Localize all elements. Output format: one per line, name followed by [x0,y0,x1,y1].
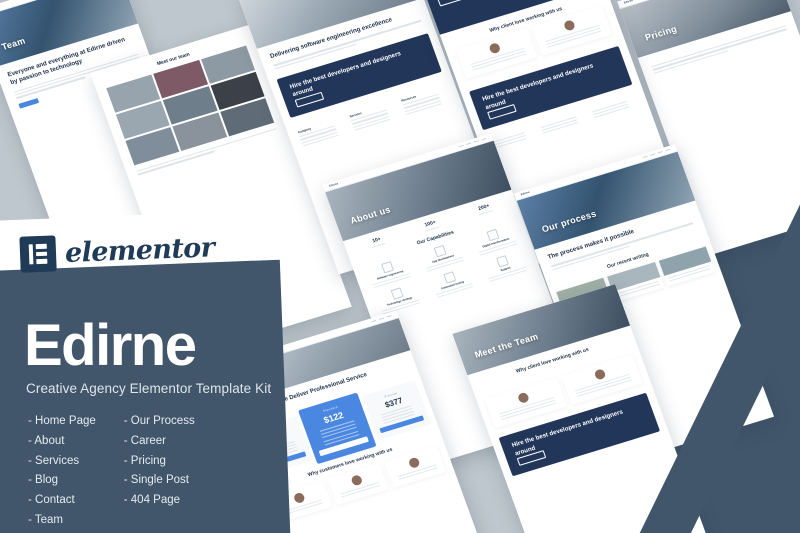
capability-icon [380,261,394,274]
stat-item: 10+ [369,235,386,249]
mockup-brand: Edirne [623,0,634,5]
hero-copy: Edirne Creative Agency Elementor Templat… [24,313,272,531]
mockup-hero-caption: Meet the Team [473,331,540,360]
blog-card [658,246,716,287]
mockup-hero-caption: Pricing [643,23,679,43]
mockup-team-photo-grid [106,45,275,166]
capability-icon [433,245,447,258]
elementor-logo-icon [19,235,57,273]
avatar [350,473,364,487]
mockup-brand: Edirne [520,190,531,197]
mockup-brand: Edirne [328,182,339,188]
mockup-cta-button[interactable] [18,97,40,109]
page-list-column-1: - Home Page - About - Services - Blog - … [28,412,96,531]
capability-icon [443,271,457,284]
capability-icon [390,287,404,300]
list-item: - Career [123,434,166,447]
footer-column [540,114,588,136]
avatar [563,19,577,32]
pricing-card: Premium $377 [361,379,432,441]
mockup-cta-button[interactable] [437,0,468,7]
page-title: Edirne [24,313,197,378]
footer-column: Services [349,101,400,132]
list-item: - Single Post [123,474,189,487]
list-item: - Contact [28,494,75,507]
testimonial-card [384,445,447,489]
list-item: - Blog [28,474,59,487]
logo-horizontal-bars [35,243,48,265]
avatar [593,368,607,381]
capability-icon [496,255,510,268]
mockup-hero-caption: Our process [540,208,598,235]
list-item: - 404 Page [123,494,181,507]
stat-item: 100+ [423,219,440,232]
logo-vertical-bar [28,244,34,265]
list-item: - Team [28,513,63,526]
mockup-hero-caption: Team [0,35,27,53]
page-subtitle: Creative Agency Elementor Template Kit [26,381,272,397]
mockup-hero-caption: About us [348,204,392,226]
stat-item: 200+ [476,203,493,216]
capability-icon [486,228,500,242]
footer-column: Resources [401,85,452,116]
avatar [293,491,307,504]
elementor-logo-text: elementor [64,231,215,269]
poster-stage: Edirne Team Everyone and everything at E… [0,0,800,533]
list-item: - Services [28,454,80,467]
list-item: - Home Page [28,415,96,428]
avatar [488,42,502,55]
avatar [407,456,421,469]
page-list: - Home Page - About - Services - Blog - … [28,412,271,531]
elementor-logo: elementor [19,229,215,273]
footer-column: Company [297,117,348,148]
page-list-column-2: - Our Process - Career - Pricing - Singl… [124,412,195,531]
list-item: - Our Process [123,415,195,428]
list-item: - Pricing [123,454,166,467]
list-item: - About [28,434,65,447]
avatar [517,391,531,404]
footer-column [591,98,639,120]
